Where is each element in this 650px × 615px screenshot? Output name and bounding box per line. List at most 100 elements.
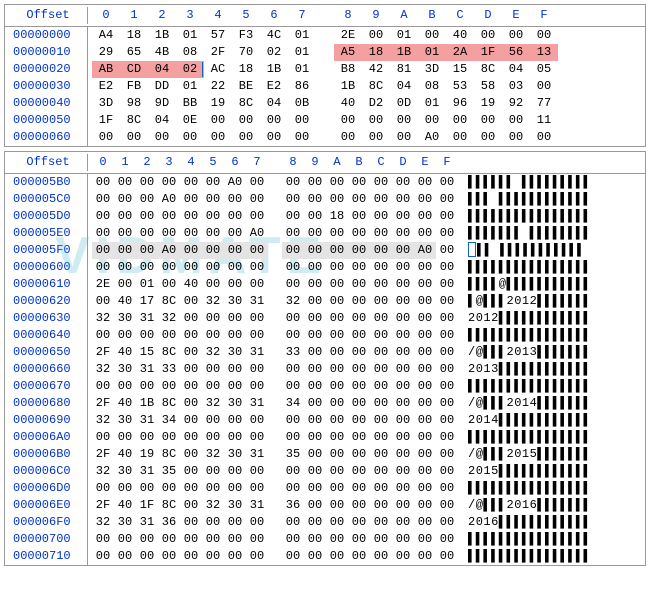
hex-byte[interactable]: 8C (158, 344, 180, 361)
hex-byte[interactable]: E2 (92, 78, 120, 95)
ascii-cell[interactable]: /@▌▌▌2015▌▌▌▌▌▌▌ (468, 446, 591, 463)
hex-byte[interactable]: 32 (202, 344, 224, 361)
hex-byte[interactable]: 00 (136, 548, 158, 565)
hex-byte[interactable]: 3D (92, 95, 120, 112)
hex-byte[interactable]: 00 (224, 514, 246, 531)
hex-byte[interactable]: 8C (474, 61, 502, 78)
hex-byte[interactable]: 00 (370, 174, 392, 191)
hex-byte[interactable]: 30 (224, 446, 246, 463)
hex-byte[interactable]: 00 (348, 208, 370, 225)
hex-byte[interactable]: 00 (326, 344, 348, 361)
hex-byte[interactable]: 65 (120, 44, 148, 61)
hex-byte[interactable]: 00 (114, 531, 136, 548)
hex-byte[interactable]: 00 (92, 327, 114, 344)
hex-byte[interactable]: 00 (180, 225, 202, 242)
hex-byte[interactable]: 00 (370, 429, 392, 446)
hex-byte[interactable]: 00 (282, 259, 304, 276)
hex-byte[interactable]: 00 (392, 514, 414, 531)
hex-byte[interactable]: 00 (370, 480, 392, 497)
hex-byte[interactable]: 00 (370, 378, 392, 395)
hex-byte[interactable]: 00 (326, 242, 348, 259)
ascii-cell[interactable]: ▌▌▌▌▌▌▌▌▌▌▌▌▌▌▌▌ (468, 429, 591, 446)
hex-byte[interactable]: 00 (202, 548, 224, 565)
hex-byte[interactable]: 00 (224, 259, 246, 276)
hex-byte[interactable]: 00 (326, 514, 348, 531)
hex-byte[interactable]: 8C (120, 112, 148, 129)
hex-byte[interactable]: 00 (326, 225, 348, 242)
hex-byte[interactable]: 00 (446, 112, 474, 129)
hex-byte[interactable]: 00 (304, 208, 326, 225)
hex-byte[interactable]: 01 (176, 78, 204, 95)
hex-byte[interactable]: 00 (224, 361, 246, 378)
hex-byte[interactable]: 00 (136, 378, 158, 395)
hex-byte[interactable]: 8C (158, 293, 180, 310)
hex-byte[interactable]: B8 (334, 61, 362, 78)
hex-byte[interactable]: 00 (414, 548, 436, 565)
hex-byte[interactable]: 00 (326, 327, 348, 344)
hex-byte[interactable]: 00 (348, 395, 370, 412)
hex-byte[interactable]: 00 (392, 446, 414, 463)
hex-byte[interactable]: 00 (392, 395, 414, 412)
hex-row[interactable]: 00000030E2FBDD0122BEE2861B8C040853580300 (5, 78, 645, 95)
hex-byte[interactable]: 00 (414, 344, 436, 361)
hex-byte[interactable]: 00 (246, 208, 268, 225)
hex-byte[interactable]: 30 (224, 497, 246, 514)
hex-byte[interactable]: A0 (158, 242, 180, 259)
hex-byte[interactable]: 00 (392, 208, 414, 225)
hex-byte[interactable]: 00 (202, 242, 224, 259)
hex-row[interactable]: 0000060000000000000000000000000000000000… (5, 259, 645, 276)
hex-byte[interactable]: 00 (136, 327, 158, 344)
hex-byte[interactable]: 00 (436, 429, 458, 446)
hex-byte[interactable]: 30 (114, 310, 136, 327)
hex-byte[interactable]: 00 (158, 225, 180, 242)
hex-byte[interactable]: 31 (136, 310, 158, 327)
hex-byte[interactable]: 00 (414, 191, 436, 208)
hex-row[interactable]: 000006D000000000000000000000000000000000… (5, 480, 645, 497)
hex-byte[interactable]: 00 (246, 259, 268, 276)
hex-byte[interactable]: 00 (370, 412, 392, 429)
hex-byte[interactable]: 00 (224, 208, 246, 225)
hex-byte[interactable]: 00 (114, 242, 136, 259)
hex-byte[interactable]: 86 (288, 78, 316, 95)
hex-byte[interactable]: 00 (180, 208, 202, 225)
hex-byte[interactable]: 03 (502, 78, 530, 95)
hex-byte[interactable]: 00 (414, 395, 436, 412)
hex-byte[interactable]: 00 (474, 27, 502, 44)
hex-byte[interactable]: 00 (436, 293, 458, 310)
hex-byte[interactable]: 00 (180, 310, 202, 327)
hex-byte[interactable]: 11 (530, 112, 558, 129)
hex-byte[interactable]: 01 (288, 27, 316, 44)
hex-byte[interactable]: 00 (348, 412, 370, 429)
hex-byte[interactable]: 00 (224, 429, 246, 446)
hex-byte[interactable]: 00 (436, 480, 458, 497)
hex-byte[interactable]: A4 (92, 27, 120, 44)
hex-byte[interactable]: 00 (436, 225, 458, 242)
hex-byte[interactable]: 1B (334, 78, 362, 95)
hex-byte[interactable]: 00 (180, 463, 202, 480)
hex-byte[interactable]: 00 (158, 208, 180, 225)
hex-byte[interactable]: 00 (326, 395, 348, 412)
hex-byte[interactable]: 00 (326, 276, 348, 293)
hex-byte[interactable]: 00 (224, 225, 246, 242)
hex-row[interactable]: 0000070000000000000000000000000000000000… (5, 531, 645, 548)
hex-byte[interactable]: 00 (304, 446, 326, 463)
hex-byte[interactable]: 00 (232, 112, 260, 129)
ascii-cell[interactable]: ▌▌▌▌▌▌▌▌▌▌▌▌▌▌▌▌ (468, 259, 591, 276)
hex-byte[interactable]: 01 (418, 44, 446, 61)
hex-row[interactable]: 0000066032303133000000000000000000000000… (5, 361, 645, 378)
hex-byte[interactable]: 00 (180, 361, 202, 378)
hex-byte[interactable]: 00 (414, 429, 436, 446)
hex-byte[interactable]: 00 (348, 293, 370, 310)
hex-byte[interactable]: 40 (114, 344, 136, 361)
hex-byte[interactable]: 00 (414, 208, 436, 225)
hex-byte[interactable]: 00 (282, 208, 304, 225)
ascii-cell[interactable]: ▌▌▌▌@▌▌▌▌▌▌▌▌▌▌▌ (468, 276, 591, 293)
hex-byte[interactable]: 00 (304, 514, 326, 531)
hex-byte[interactable]: 00 (136, 225, 158, 242)
hex-byte[interactable]: 00 (474, 129, 502, 146)
hex-byte[interactable]: 00 (114, 480, 136, 497)
hex-byte[interactable]: 00 (202, 378, 224, 395)
hex-byte[interactable]: 00 (224, 310, 246, 327)
hex-byte[interactable]: 00 (362, 129, 390, 146)
hex-byte[interactable]: 00 (114, 378, 136, 395)
